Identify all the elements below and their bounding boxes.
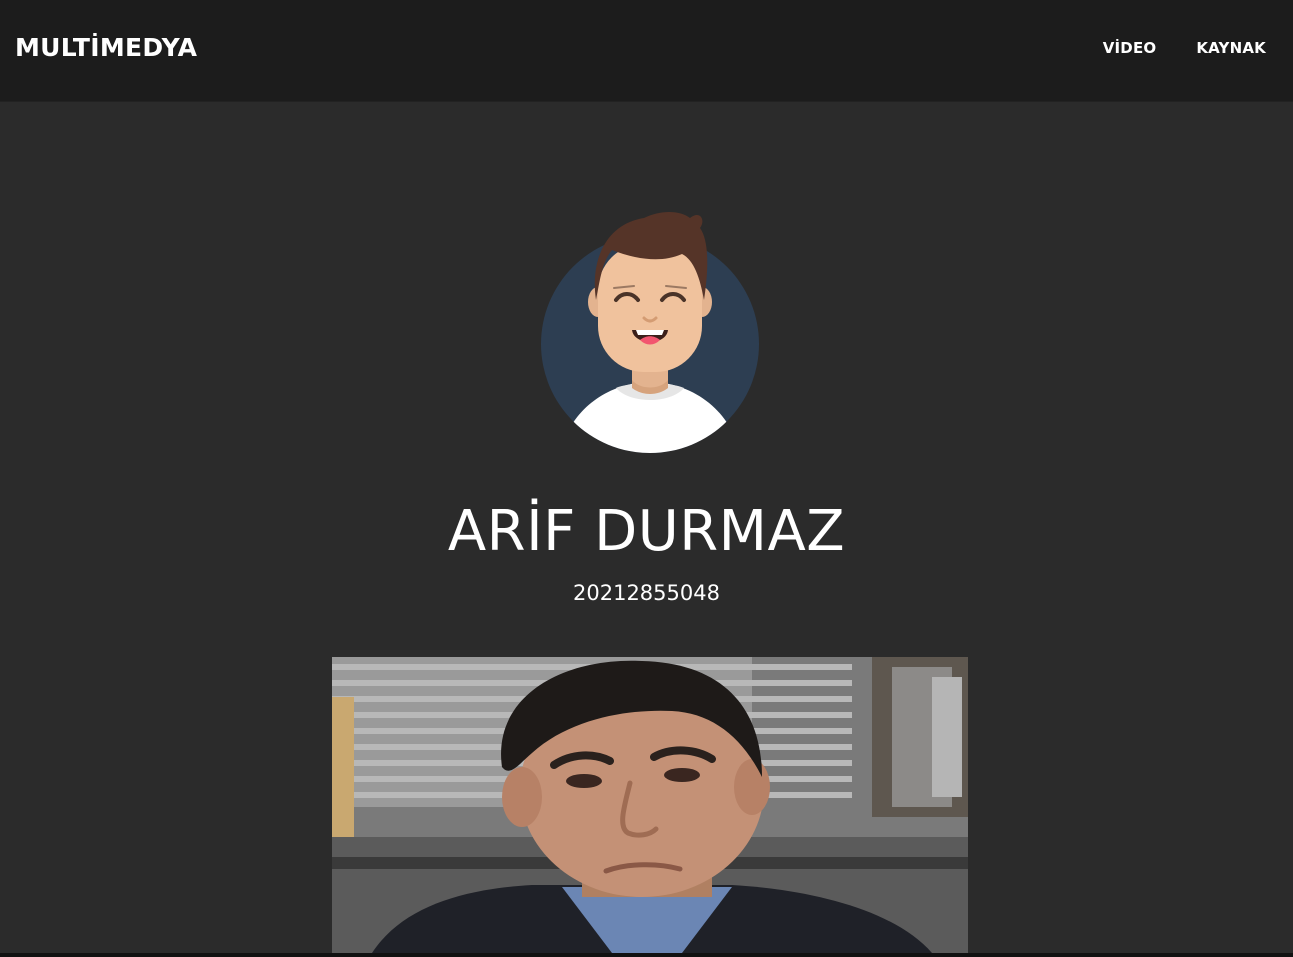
smiling-man-avatar-icon bbox=[541, 212, 759, 453]
nav-link-video[interactable]: VİDEO bbox=[1103, 39, 1157, 57]
brand-logo-link[interactable]: MULTİMEDYA bbox=[15, 33, 197, 62]
bottom-divider bbox=[0, 953, 1293, 957]
student-id: 20212855048 bbox=[573, 581, 720, 605]
profile-avatar bbox=[540, 204, 760, 456]
profile-photo bbox=[332, 657, 968, 953]
navbar: MULTİMEDYA VİDEO KAYNAK bbox=[0, 0, 1293, 101]
profile-name: ARİF DURMAZ bbox=[447, 499, 846, 564]
man-portrait-photo bbox=[332, 657, 968, 953]
nav-links: VİDEO KAYNAK bbox=[1103, 39, 1266, 57]
nav-link-kaynak[interactable]: KAYNAK bbox=[1196, 39, 1266, 57]
